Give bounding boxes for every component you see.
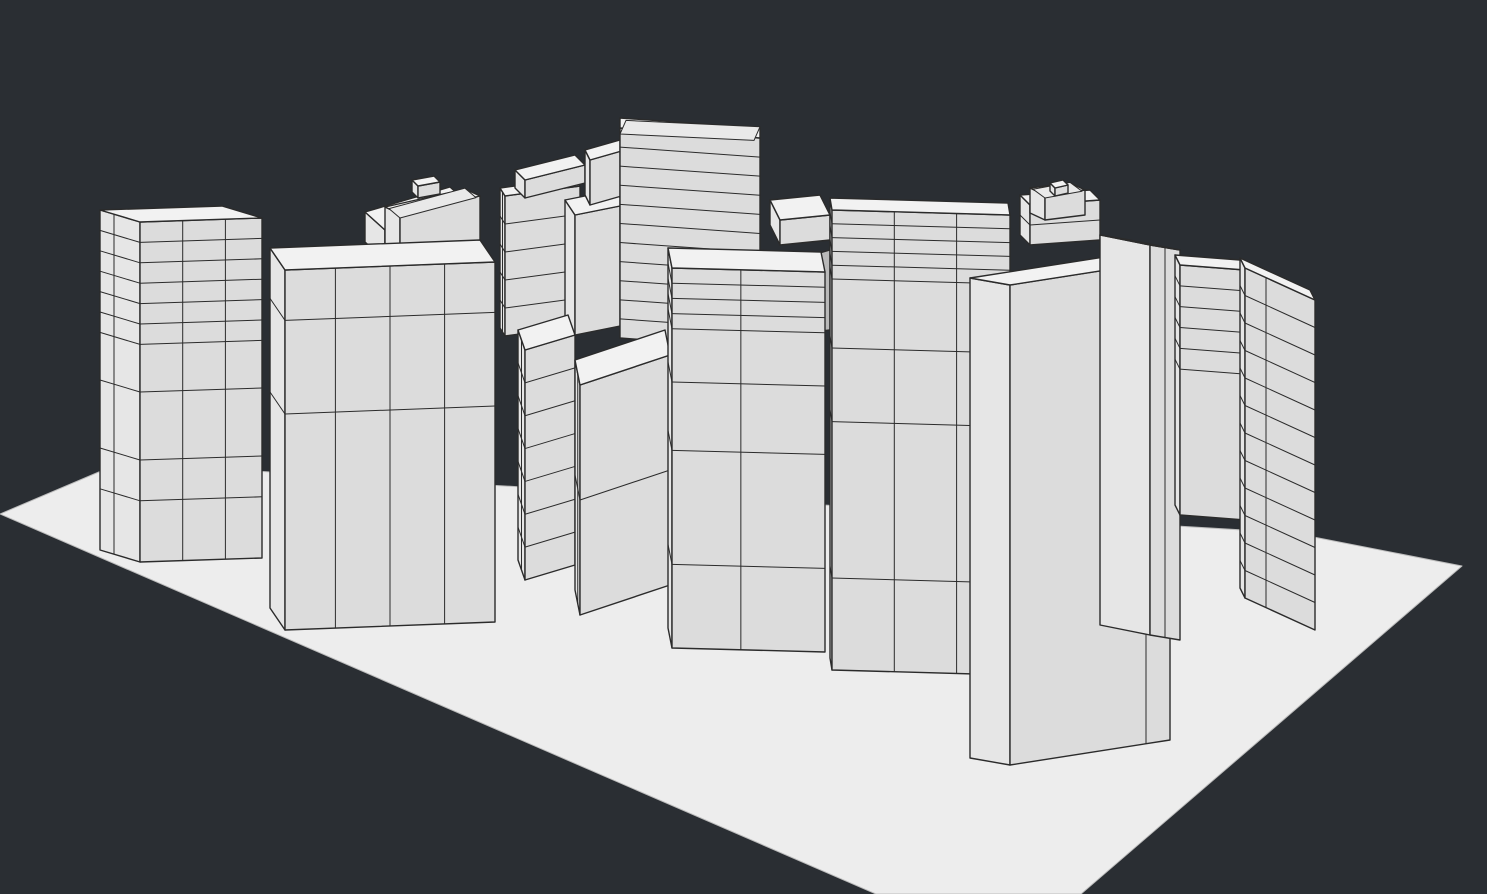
- front-centre-building-roof: [667, 247, 826, 273]
- back-block-e-right-face: [574, 204, 626, 336]
- front-right-tower-left-face: [969, 277, 1011, 766]
- front-centre-building-right-face: [671, 267, 826, 653]
- 3d-viewport[interactable]: [0, 0, 1487, 894]
- front-left-building-left-face: [269, 247, 286, 631]
- city-block-model[interactable]: [0, 0, 1487, 894]
- far-right-building-a-left-face: [1174, 254, 1181, 516]
- right-slab-left-face: [1099, 234, 1151, 636]
- middle-block-a-right-face: [524, 334, 576, 581]
- far-right-building-a-right-face: [1179, 264, 1246, 521]
- back-block-g-roof: [769, 194, 831, 221]
